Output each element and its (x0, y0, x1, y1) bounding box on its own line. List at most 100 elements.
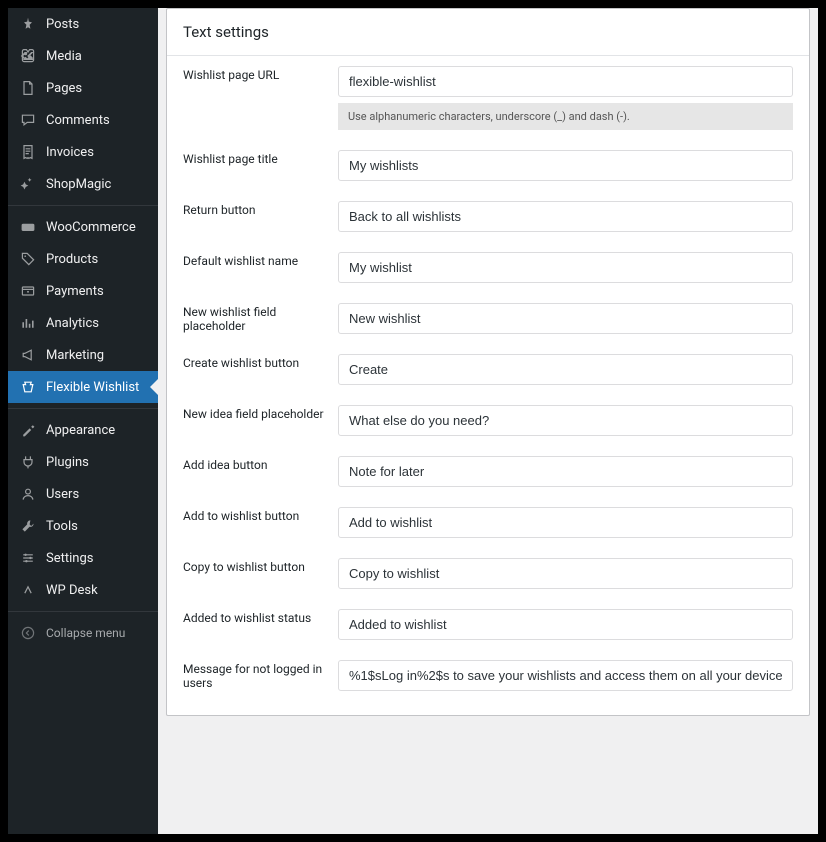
sidebar-item-label: Marketing (46, 348, 104, 363)
field-row: Message for not logged in users (183, 660, 793, 691)
sidebar-item-users[interactable]: Users (8, 478, 158, 510)
sidebar-item-label: Plugins (46, 455, 89, 470)
menu-separator (8, 611, 158, 612)
comment-icon (18, 112, 38, 128)
text-input[interactable] (338, 303, 793, 334)
text-settings-panel: Text settings Wishlist page URL Use alpha… (166, 8, 810, 716)
field-label: Wishlist page URL (183, 66, 338, 82)
sidebar-item-posts[interactable]: Posts (8, 8, 158, 40)
pin-icon (18, 16, 38, 32)
sidebar-item-label: Settings (46, 551, 93, 566)
text-input[interactable] (338, 150, 793, 181)
field-label: Copy to wishlist button (183, 558, 338, 574)
panel-title: Text settings (167, 9, 809, 55)
field-row: Default wishlist name (183, 252, 793, 283)
plugins-icon (18, 454, 38, 470)
field-label: Wishlist page title (183, 150, 338, 166)
text-input[interactable] (338, 66, 793, 97)
field-input-wrap (338, 558, 793, 589)
app-root: Posts Media Pages Comments Invoices ShopMagic… (8, 8, 818, 834)
text-input[interactable] (338, 252, 793, 283)
sidebar-item-invoices[interactable]: Invoices (8, 136, 158, 168)
sidebar-item-products[interactable]: Products (8, 243, 158, 275)
field-row: Create wishlist button (183, 354, 793, 385)
admin-sidebar: Posts Media Pages Comments Invoices ShopMagic… (8, 8, 158, 834)
sidebar-item-media[interactable]: Media (8, 40, 158, 72)
sidebar-item-settings[interactable]: Settings (8, 542, 158, 574)
field-input-wrap (338, 201, 793, 232)
sidebar-item-label: Products (46, 252, 98, 267)
field-label: Default wishlist name (183, 252, 338, 268)
page-icon (18, 80, 38, 96)
sidebar-item-label: Comments (46, 113, 110, 128)
field-input-wrap (338, 609, 793, 640)
field-row: New idea field placeholder (183, 405, 793, 436)
menu-separator (8, 408, 158, 409)
field-row: Wishlist page URL Use alphanumeric charac… (183, 66, 793, 130)
field-input-wrap (338, 456, 793, 487)
analytics-icon (18, 315, 38, 331)
field-label: Return button (183, 201, 338, 217)
field-input-wrap (338, 507, 793, 538)
sidebar-item-label: Tools (46, 519, 78, 534)
sidebar-item-label: ShopMagic (46, 177, 111, 192)
tools-icon (18, 518, 38, 534)
field-row: Add idea button (183, 456, 793, 487)
field-label: Added to wishlist status (183, 609, 338, 625)
wpdesk-icon (18, 582, 38, 598)
sidebar-item-appearance[interactable]: Appearance (8, 414, 158, 446)
field-input-wrap (338, 150, 793, 181)
sidebar-item-label: Appearance (46, 423, 115, 438)
sidebar-item-label: Payments (46, 284, 104, 299)
field-row: Add to wishlist button (183, 507, 793, 538)
sidebar-item-shopmagic[interactable]: ShopMagic (8, 168, 158, 200)
collapse-label: Collapse menu (46, 626, 125, 640)
payments-icon (18, 283, 38, 299)
text-input[interactable] (338, 456, 793, 487)
field-label: Message for not logged in users (183, 660, 338, 690)
text-input[interactable] (338, 558, 793, 589)
field-row: Return button (183, 201, 793, 232)
sidebar-item-label: Posts (46, 17, 79, 32)
sidebar-item-payments[interactable]: Payments (8, 275, 158, 307)
content-area: Text settings Wishlist page URL Use alpha… (158, 8, 818, 834)
text-input[interactable] (338, 354, 793, 385)
sidebar-item-flexible-wishlist[interactable]: Flexible Wishlist (8, 371, 158, 403)
sidebar-item-pages[interactable]: Pages (8, 72, 158, 104)
text-input[interactable] (338, 507, 793, 538)
field-row: Wishlist page title (183, 150, 793, 181)
sidebar-item-tools[interactable]: Tools (8, 510, 158, 542)
field-hint: Use alphanumeric characters, underscore … (338, 103, 793, 130)
field-input-wrap (338, 660, 793, 691)
field-label: Add idea button (183, 456, 338, 472)
field-input-wrap: Use alphanumeric characters, underscore … (338, 66, 793, 130)
field-input-wrap (338, 303, 793, 334)
field-input-wrap (338, 252, 793, 283)
sidebar-item-marketing[interactable]: Marketing (8, 339, 158, 371)
woo-icon (18, 219, 38, 235)
sidebar-item-label: Users (46, 487, 79, 502)
marketing-icon (18, 347, 38, 363)
field-row: Copy to wishlist button (183, 558, 793, 589)
sidebar-item-label: Analytics (46, 316, 99, 331)
sidebar-item-plugins[interactable]: Plugins (8, 446, 158, 478)
field-input-wrap (338, 405, 793, 436)
media-icon (18, 48, 38, 64)
sidebar-item-label: WP Desk (46, 583, 98, 598)
invoice-icon (18, 144, 38, 160)
field-input-wrap (338, 354, 793, 385)
menu-separator (8, 205, 158, 206)
sidebar-item-label: Media (46, 49, 82, 64)
wishlist-icon (18, 379, 38, 395)
field-row: Added to wishlist status (183, 609, 793, 640)
field-row: New wishlist field placeholder (183, 303, 793, 334)
text-input[interactable] (338, 609, 793, 640)
text-input[interactable] (338, 660, 793, 691)
sidebar-item-woocommerce[interactable]: WooCommerce (8, 211, 158, 243)
sidebar-item-comments[interactable]: Comments (8, 104, 158, 136)
sidebar-item-analytics[interactable]: Analytics (8, 307, 158, 339)
text-input[interactable] (338, 405, 793, 436)
sidebar-item-wp-desk[interactable]: WP Desk (8, 574, 158, 606)
text-input[interactable] (338, 201, 793, 232)
collapse-menu-button[interactable]: Collapse menu (8, 617, 158, 649)
